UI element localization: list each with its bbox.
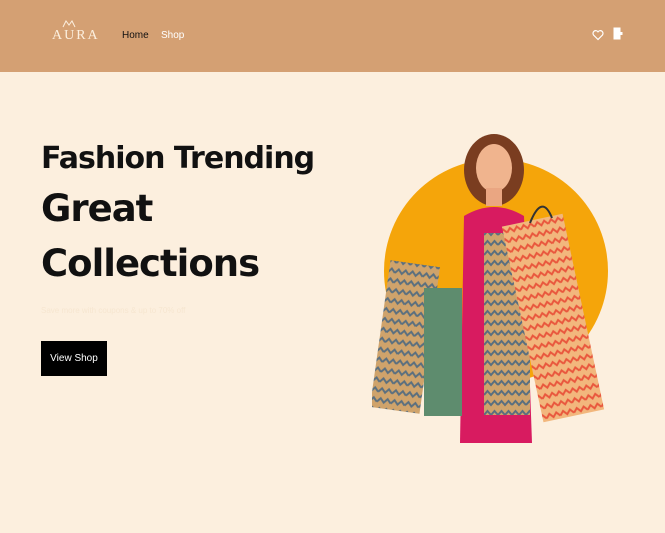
hero-title-line-2: Great: [41, 187, 153, 230]
model-neck: [486, 188, 502, 206]
site-header: AURA Home Shop: [0, 0, 665, 72]
hero-subtitle: Save more with coupons & up to 70% off: [41, 306, 186, 315]
brand-logo[interactable]: AURA: [50, 20, 98, 46]
hero-title-line-1: Fashion Trending: [41, 141, 315, 176]
model-face: [476, 144, 512, 192]
nav-home-link[interactable]: Home: [122, 30, 149, 41]
hero-title-line-3: Collections: [41, 242, 260, 285]
logo-text: AURA: [52, 28, 100, 43]
hero-model-image: [372, 134, 608, 443]
heart-icon[interactable]: [592, 28, 604, 41]
logo-crown-icon: [62, 20, 76, 28]
nav-shop-link[interactable]: Shop: [161, 30, 184, 41]
bag-left-2: [424, 288, 462, 416]
bag-icon[interactable]: [613, 27, 623, 40]
view-shop-button[interactable]: View Shop: [41, 341, 107, 376]
